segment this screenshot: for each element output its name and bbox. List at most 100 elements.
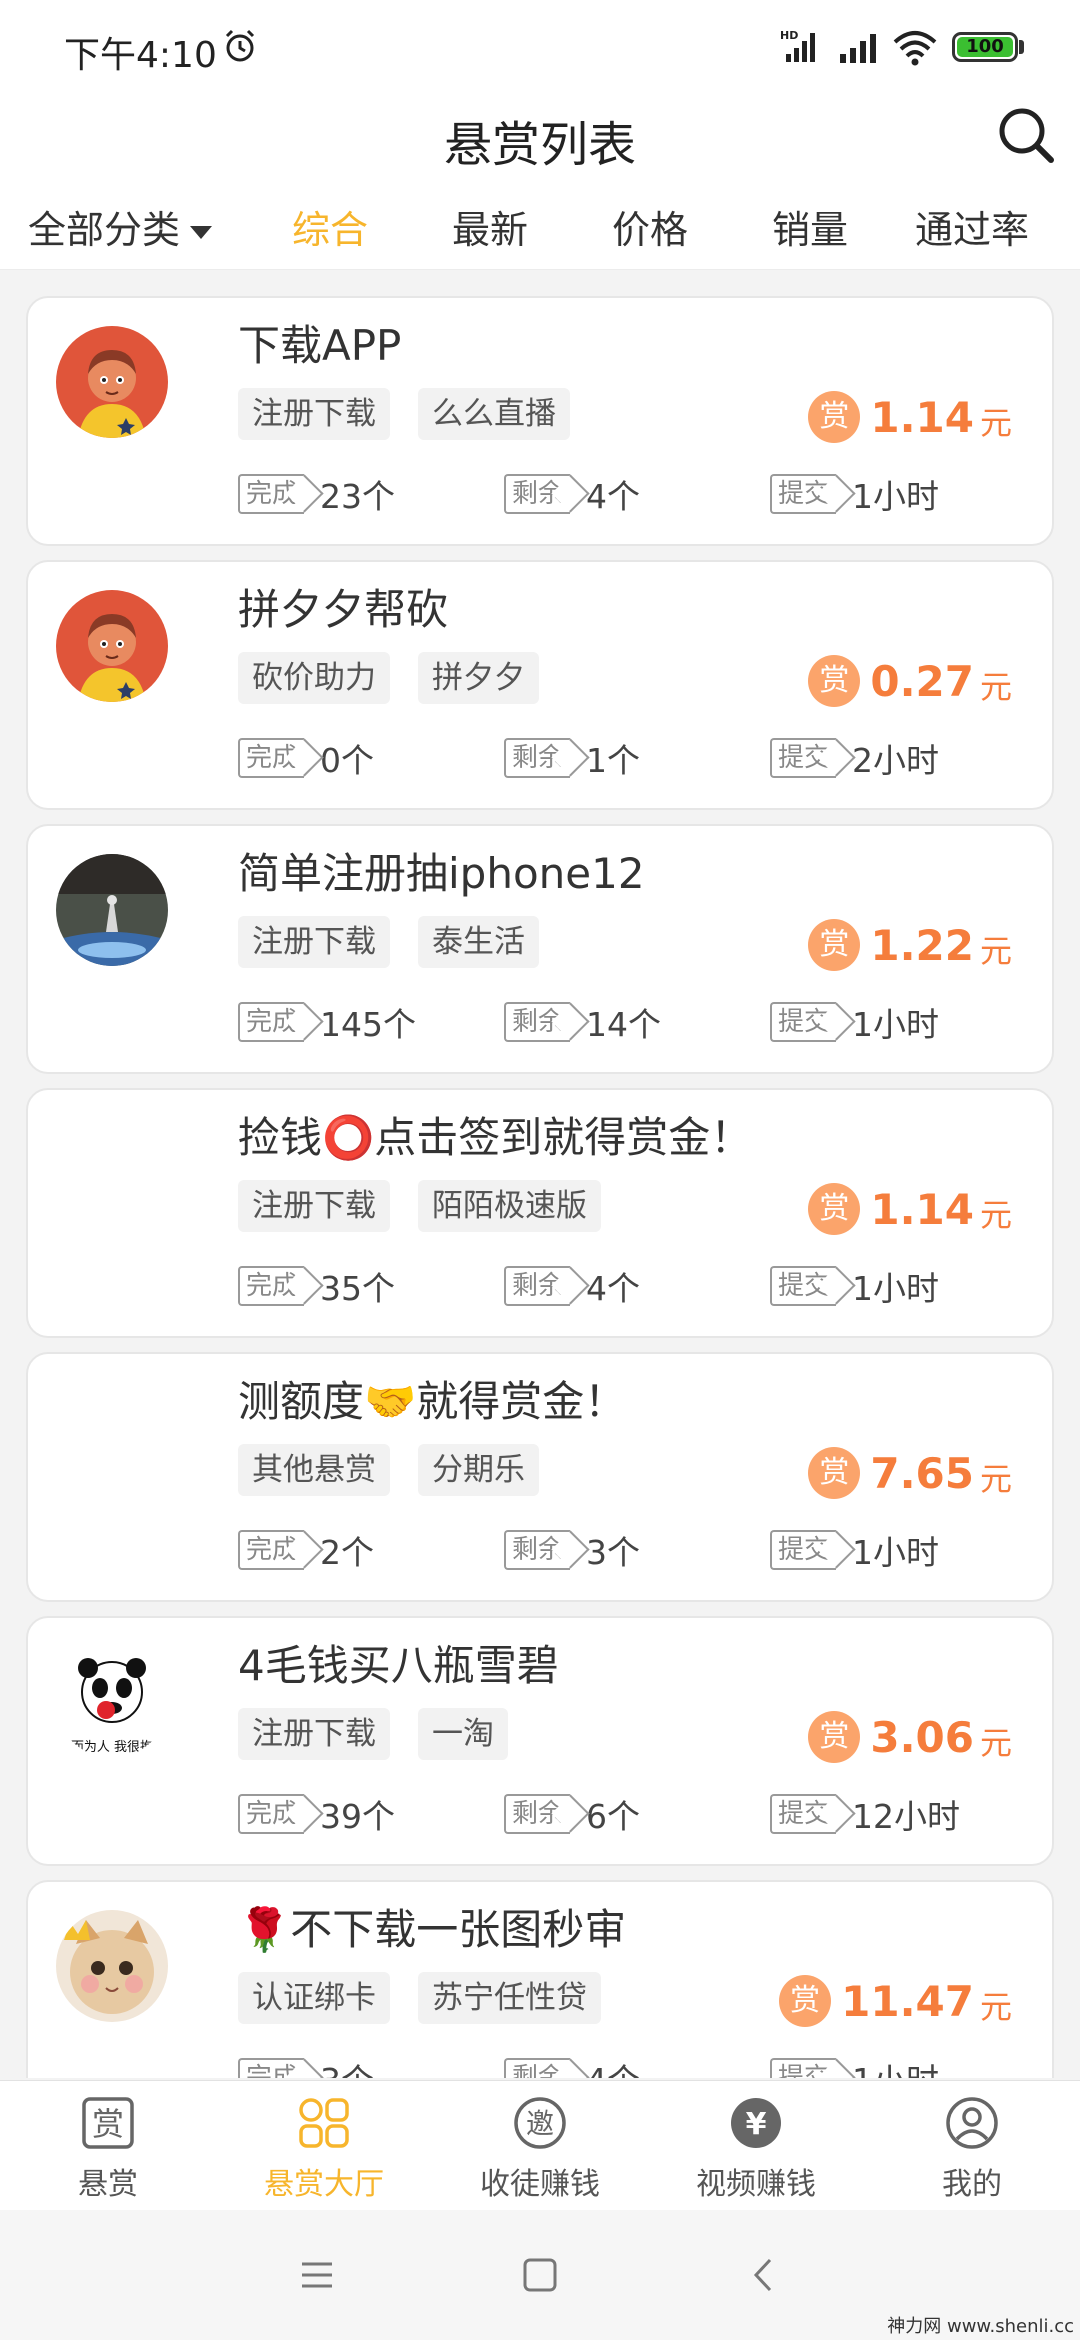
stat-completed-label: 完成 [238,1266,305,1306]
filter-bar: 全部分类 综合 最新 价格 销量 通过率 [0,195,1080,267]
reward-icon: 赏 [82,2097,134,2149]
system-nav-bar: 神力网 www.shenli.cc [0,2210,1080,2340]
stat-completed-label: 完成 [238,474,305,514]
reward-badge-icon: 赏 [808,919,861,971]
home-icon[interactable] [515,2250,565,2300]
reward-price: 赏 1.22 元 [808,918,1012,972]
status-bar: 下午4:10 HD 100 [0,0,1080,95]
stat-remaining-value: 1个 [586,741,641,780]
stat-remaining: 剩余 3个 [504,1528,640,1572]
stat-submit-time-value: 12小时 [852,1797,961,1836]
reward-icon-glyph: 赏 [92,2105,124,2143]
nav-reward[interactable]: 赏 悬赏 [8,2089,208,2207]
nav-video-label: 视频赚钱 [696,2167,816,2202]
reward-price: 赏 7.65 元 [808,1446,1012,1500]
task-title: 下载APP [238,321,402,370]
category-dropdown[interactable]: 全部分类 [28,199,213,254]
task-title: 简单注册抽iphone12 [238,849,645,898]
task-card[interactable]: 简单注册抽iphone12 注册下载 泰生活 赏 1.22 元完成 145个 剩余 14个 提交 1… [26,824,1054,1074]
caret-down-icon [190,226,213,239]
stat-completed: 完成 0个 [238,736,374,780]
stat-submit-time-label: 提交 [770,1530,837,1570]
back-icon[interactable] [740,2250,790,2300]
task-avatar [56,1382,168,1494]
battery-tip [1019,40,1024,54]
stat-completed: 完成 145个 [238,1000,416,1044]
task-category-tag: 注册下载 [238,1708,390,1760]
tab-pass-rate[interactable]: 通过率 [892,199,1052,254]
reward-badge-icon: 赏 [808,655,861,707]
stat-remaining-value: 14个 [586,1005,662,1044]
alarm-icon [225,29,255,62]
stat-remaining: 剩余 4个 [504,2056,640,2078]
reward-amount: 0.27 [870,656,974,706]
stat-remaining: 剩余 1个 [504,736,640,780]
task-card[interactable]: 拼夕夕帮砍 砍价助力 拼夕夕 赏 0.27 元完成 0个 剩余 1个 提交 2小时 [26,560,1054,810]
reward-amount: 1.22 [870,920,974,970]
tab-comprehensive[interactable]: 综合 [250,199,410,254]
stat-submit-time-label: 提交 [770,738,837,778]
reward-badge-icon: 赏 [808,1447,861,1499]
stat-submit-time: 提交 1小时 [770,1528,939,1572]
stat-completed: 完成 3个 [238,2056,374,2078]
stat-completed-label: 完成 [238,738,305,778]
stat-completed-value: 35个 [320,1269,396,1308]
task-card[interactable]: 下载APP 注册下载 么么直播 赏 1.14 元完成 23个 剩余 4个 提交 1小时 [26,296,1054,546]
stat-completed: 完成 35个 [238,1264,395,1308]
signal-icon [840,34,876,63]
reward-badge-icon: 赏 [779,1975,832,2027]
reward-amount: 11.47 [841,1976,974,2026]
status-time: 下午4:10 [64,35,217,76]
task-card[interactable]: 而为人 我很抱 4毛钱买八瓶雪碧 注册下载 一淘 赏 3.06 元完成 39个 剩余 6个 提交 12… [26,1616,1054,1866]
stat-remaining-label: 剩余 [504,1794,571,1834]
nav-profile[interactable]: 我的 [872,2089,1072,2207]
search-icon[interactable] [996,105,1056,165]
task-card[interactable]: 测额度🤝就得赏金！ 其他悬赏 分期乐 赏 7.65 元完成 2个 剩余 3个 提交 1小时 [26,1352,1054,1602]
reward-price: 赏 11.47 元 [779,1974,1012,2028]
stat-completed-value: 2个 [320,1533,375,1572]
stat-remaining-value: 3个 [586,1533,641,1572]
stat-submit-time-label: 提交 [770,474,837,514]
stat-submit-time-value: 1小时 [852,2054,939,2078]
reward-unit: 元 [979,1196,1012,1234]
nav-reward-hall[interactable]: 悬赏大厅 [224,2089,424,2207]
reward-unit: 元 [979,1460,1012,1498]
tab-sales[interactable]: 销量 [730,199,890,254]
stat-completed-label: 完成 [238,2058,305,2078]
nav-reward-label: 悬赏 [78,2167,138,2202]
stat-remaining-value: 6个 [586,1797,641,1836]
profile-icon [946,2097,998,2149]
stat-submit-time: 提交 12小时 [770,1792,960,1836]
tab-price[interactable]: 价格 [570,199,730,254]
tab-latest[interactable]: 最新 [410,199,570,254]
stat-remaining-label: 剩余 [504,2058,571,2078]
task-category-tag: 注册下载 [238,916,390,968]
nav-video[interactable]: ¥ 视频赚钱 [656,2089,856,2207]
reward-unit: 元 [979,1988,1012,2026]
reward-amount: 1.14 [870,1184,974,1234]
stat-completed-value: 145个 [320,1005,417,1044]
reward-price: 赏 0.27 元 [808,654,1012,708]
stat-remaining-value: 4个 [586,2054,640,2078]
stat-completed: 完成 2个 [238,1528,374,1572]
wifi-icon [893,31,937,66]
task-card[interactable]: 🌹不下载一张图秒审认证绑卡苏宁任性贷 赏11.47元完成 3个 剩余 4个 提交 1小时 [26,1880,1054,2078]
menu-icon[interactable] [292,2250,342,2300]
reward-unit: 元 [979,404,1012,442]
stat-remaining-label: 剩余 [504,738,571,778]
task-title: 拼夕夕帮砍 [238,585,449,634]
hd-signal-icon: HD [780,29,815,62]
stat-submit-time-value: 1小时 [852,1269,940,1308]
task-category-tag: 其他悬赏 [238,1444,390,1496]
task-title: 4毛钱买八瓶雪碧 [238,1641,559,1690]
task-card[interactable]: 捡钱⭕点击签到就得赏金！ 注册下载 陌陌极速版 赏 1.14 元完成 35个 剩余 4个 提交 1小… [26,1088,1054,1338]
nav-invite[interactable]: 邀 收徒赚钱 [440,2089,640,2207]
reward-unit: 元 [979,932,1012,970]
task-list[interactable]: 下载APP 注册下载 么么直播赏 1.14 元完成 23个 剩余 4个 提交 1小时 拼夕夕帮砍 砍价… [0,290,1080,2078]
task-avatar [56,1910,168,2022]
stat-completed: 完成 23个 [238,472,395,516]
reward-amount: 3.06 [870,1712,974,1762]
category-dropdown-label: 全部分类 [28,208,181,252]
stat-submit-time-label: 提交 [770,1266,837,1306]
yuan-icon-glyph: ¥ [746,2107,767,2142]
